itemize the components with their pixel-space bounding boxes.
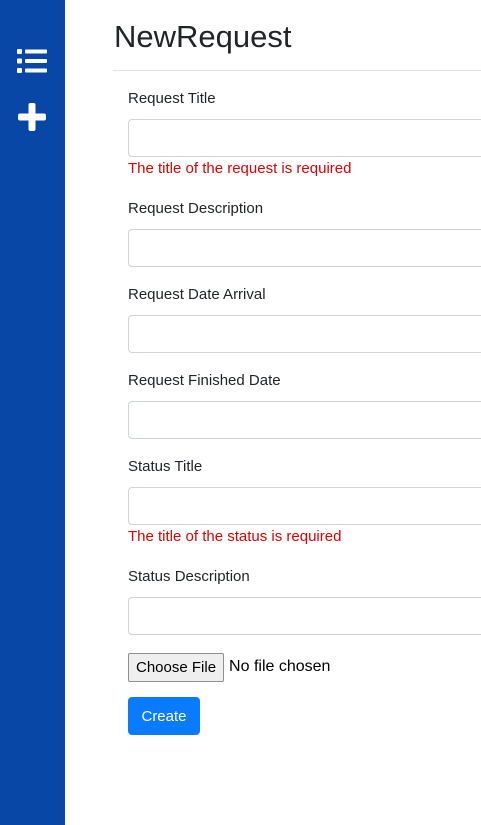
status-title-input[interactable] [128,487,481,525]
choose-file-button[interactable]: Choose File [128,652,225,682]
list-icon [17,49,47,73]
status-title-label: Status Title [128,458,203,475]
request-finished-date-input[interactable] [128,401,481,439]
create-button[interactable]: Create [128,697,200,735]
sidebar-item-add[interactable] [15,100,49,134]
request-description-input[interactable] [128,229,481,267]
sidebar [0,0,65,825]
status-title-error: The title of the status is required [128,528,342,545]
page-title: NewRequest [114,19,292,54]
request-title-input[interactable] [128,119,481,157]
main-content: NewRequest Request Title The title of th… [113,0,481,825]
title-divider [113,70,481,71]
plus-icon [18,103,46,131]
status-description-input[interactable] [128,597,481,635]
request-date-arrival-label: Request Date Arrival [128,286,266,303]
status-description-label: Status Description [128,568,250,585]
file-status-text: No file chosen [229,658,331,675]
file-upload: Choose File No file chosen [128,652,330,682]
request-date-arrival-input[interactable] [128,315,481,353]
request-title-error: The title of the request is required [128,160,352,177]
request-title-label: Request Title [128,90,216,107]
request-description-label: Request Description [128,200,264,217]
sidebar-item-list[interactable] [15,44,49,78]
request-finished-date-label: Request Finished Date [128,372,281,389]
